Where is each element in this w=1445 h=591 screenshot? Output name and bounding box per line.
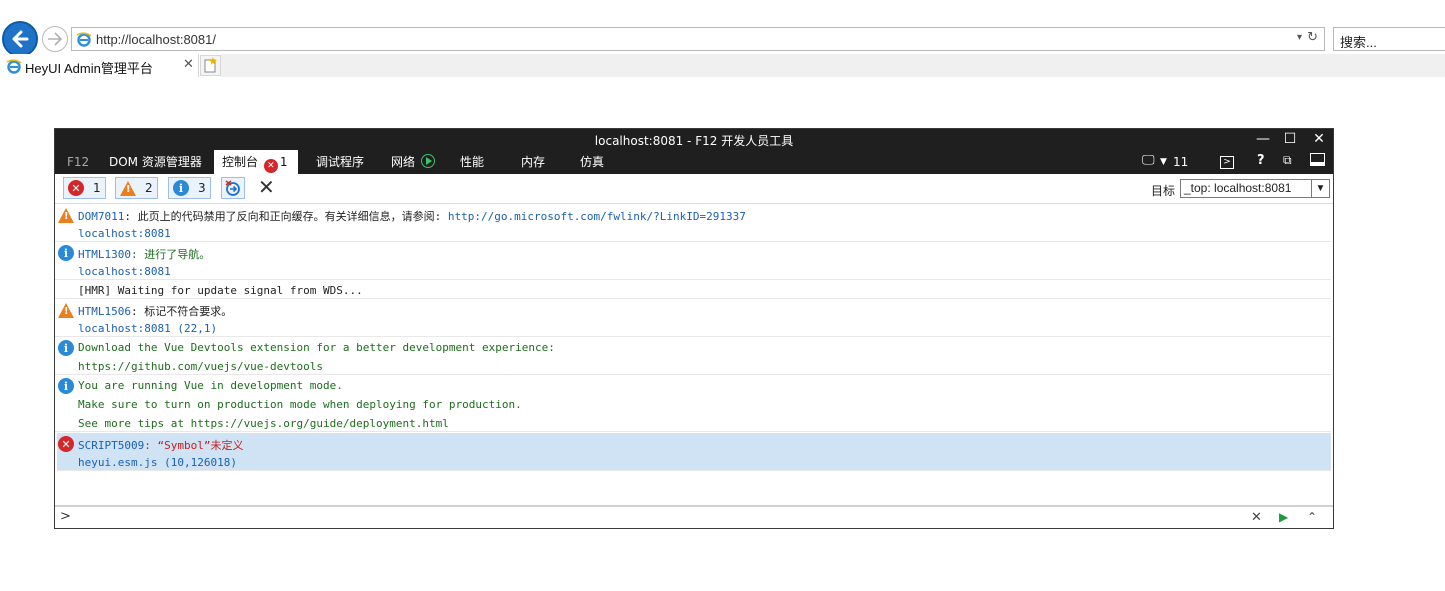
entry-source[interactable]: heyui.esm.js (10,126018)	[78, 456, 237, 469]
entry-source[interactable]: localhost:8081	[78, 265, 171, 278]
search-input[interactable]: 搜索...	[1333, 27, 1445, 51]
warnings-count: 2	[145, 181, 153, 195]
forward-button[interactable]	[42, 26, 68, 52]
tab-debugger[interactable]: 调试程序	[314, 150, 366, 174]
arrow-right-icon	[48, 32, 63, 46]
tab-network[interactable]: 网络	[389, 150, 437, 174]
console-entry[interactable]: i HTML1300: 进行了导航。 localhost:8081	[55, 242, 1331, 280]
search-placeholder: 搜索...	[1340, 35, 1377, 50]
error-icon: ✕	[68, 180, 84, 196]
refresh-icon[interactable]: ↻	[1307, 30, 1318, 45]
entry-message: [HMR] Waiting for update signal from WDS…	[78, 284, 363, 297]
console-log: ! DOM7011: 此页上的代码禁用了反向和正向缓存。有关详细信息，请参阅: …	[55, 204, 1333, 502]
errors-filter-button[interactable]: ✕ 1	[63, 177, 106, 199]
tab-f12[interactable]: F12	[65, 150, 91, 174]
maximize-icon[interactable]: ☐	[1280, 131, 1300, 147]
target-value: _top: localhost:8081	[1184, 181, 1292, 195]
warning-icon: !	[58, 303, 74, 318]
chevron-down-icon: ▼	[1311, 180, 1329, 197]
tab-memory[interactable]: 内存	[519, 150, 547, 174]
console-command-line[interactable]: > ✕ ▶ ⌃	[55, 505, 1333, 528]
tab-title: HeyUI Admin管理平台	[25, 61, 153, 76]
play-icon	[420, 154, 435, 168]
entry-link[interactable]: http://go.microsoft.com/fwlink/?LinkID=2…	[448, 210, 746, 223]
warning-icon: !	[58, 208, 74, 223]
target-label: 目标	[1151, 184, 1176, 198]
console-entry[interactable]: i You are running Vue in development mod…	[55, 375, 1331, 432]
monitor-icon[interactable]: 🖵	[1142, 153, 1155, 168]
chevron-down-icon[interactable]: ▾	[1297, 32, 1302, 43]
tab-dom-explorer[interactable]: DOM 资源管理器	[107, 150, 204, 174]
chevron-down-icon[interactable]: ▼	[1160, 157, 1167, 167]
close-icon[interactable]: ✕	[1309, 131, 1329, 147]
close-icon[interactable]: ✕	[183, 57, 194, 72]
clear-console-icon[interactable]: ✕	[258, 175, 275, 199]
entry-message: Download the Vue Devtools extension for …	[78, 341, 555, 354]
minimize-icon[interactable]: —	[1253, 131, 1273, 147]
address-text: http://localhost:8081/	[96, 32, 216, 47]
console-toolbar: ✕ 1 ! 2 i 3 ✕ 目标 _top: localhost:8081 ▼	[55, 174, 1333, 204]
new-tab-button[interactable]	[200, 55, 221, 76]
run-icon[interactable]: ▶	[1279, 510, 1288, 524]
entry-message: : 标记不符合要求。	[130, 305, 233, 318]
clear-input-icon[interactable]: ✕	[1251, 510, 1262, 525]
clear-on-navigate-button[interactable]	[221, 177, 245, 199]
console-entry[interactable]: i Download the Vue Devtools extension fo…	[55, 337, 1331, 375]
back-button[interactable]	[2, 21, 38, 57]
help-icon[interactable]: ?	[1257, 153, 1265, 168]
browser-tab[interactable]: HeyUI Admin管理平台 ✕	[0, 54, 199, 77]
entry-code[interactable]: HTML1300	[78, 248, 131, 261]
tab-console-label: 控制台	[222, 155, 259, 169]
address-bar[interactable]: http://localhost:8081/ ▾ ↻	[71, 27, 1325, 51]
ie-page-icon	[76, 32, 92, 47]
warning-icon: !	[120, 180, 136, 196]
error-icon: ✕	[58, 436, 74, 452]
devtools-window: localhost:8081 - F12 开发人员工具 — ☐ ✕ F12 DO…	[54, 128, 1334, 529]
entry-message: You are running Vue in development mode.	[78, 379, 343, 392]
expand-multiline-icon[interactable]: ⌃	[1307, 510, 1317, 524]
info-icon: i	[58, 245, 74, 261]
errors-count: 1	[93, 181, 101, 195]
console-entry-selected[interactable]: ✕ SCRIPT5009: “Symbol”未定义 heyui.esm.js (…	[57, 433, 1331, 471]
entry-code[interactable]: HTML1506	[78, 305, 131, 318]
entry-message: : 此页上的代码禁用了反向和正向缓存。有关详细信息，请参阅:	[124, 210, 448, 223]
console-entry[interactable]: ! DOM7011: 此页上的代码禁用了反向和正向缓存。有关详细信息，请参阅: …	[55, 204, 1331, 242]
console-entry[interactable]: ! HTML1506: 标记不符合要求。 localhost:8081 (22,…	[55, 299, 1331, 337]
info-icon: i	[58, 340, 74, 356]
tab-network-label: 网络	[391, 155, 416, 169]
info-count: 3	[198, 181, 206, 195]
entry-message: : 进行了导航。	[130, 248, 211, 261]
ie-page-icon	[6, 59, 22, 74]
tab-emulation[interactable]: 仿真	[578, 150, 606, 174]
devtools-title: localhost:8081 - F12 开发人员工具	[594, 134, 794, 148]
dock-icon[interactable]	[1310, 153, 1325, 170]
tab-console[interactable]: 控制台 ✕ 1	[214, 150, 298, 174]
entry-message-line3: See more tips at https://vuejs.org/guide…	[78, 417, 449, 430]
devtools-titlebar: localhost:8081 - F12 开发人员工具 — ☐ ✕ F12 DO…	[55, 129, 1333, 174]
entry-source[interactable]: localhost:8081 (22,1)	[78, 322, 217, 335]
entry-message: : “Symbol”未定义	[144, 439, 244, 452]
tab-performance[interactable]: 性能	[458, 150, 486, 174]
console-entry[interactable]: [HMR] Waiting for update signal from WDS…	[55, 280, 1331, 299]
warnings-filter-button[interactable]: ! 2	[115, 177, 158, 199]
undock-icon[interactable]: ⧉	[1283, 153, 1292, 168]
tab-strip	[221, 54, 1445, 77]
error-icon: ✕	[263, 159, 278, 173]
info-filter-button[interactable]: i 3	[168, 177, 211, 199]
entry-code[interactable]: SCRIPT5009	[78, 439, 144, 452]
info-icon: i	[58, 378, 74, 394]
arrow-left-icon	[12, 30, 29, 48]
entry-message-line2: Make sure to turn on production mode whe…	[78, 398, 522, 411]
entry-source[interactable]: localhost:8081	[78, 227, 171, 240]
new-tab-icon	[204, 57, 217, 73]
console-pane-icon[interactable]: >	[1220, 153, 1234, 169]
target-select[interactable]: _top: localhost:8081 ▼	[1180, 179, 1330, 198]
emulation-count: 11	[1173, 155, 1189, 169]
chevron-right-icon: >	[60, 509, 71, 524]
console-error-badge: 1	[279, 155, 288, 169]
clear-on-navigate-icon	[225, 180, 240, 196]
info-icon: i	[173, 180, 189, 196]
entry-code[interactable]: DOM7011	[78, 210, 124, 223]
entry-message-line2: https://github.com/vuejs/vue-devtools	[78, 360, 324, 373]
